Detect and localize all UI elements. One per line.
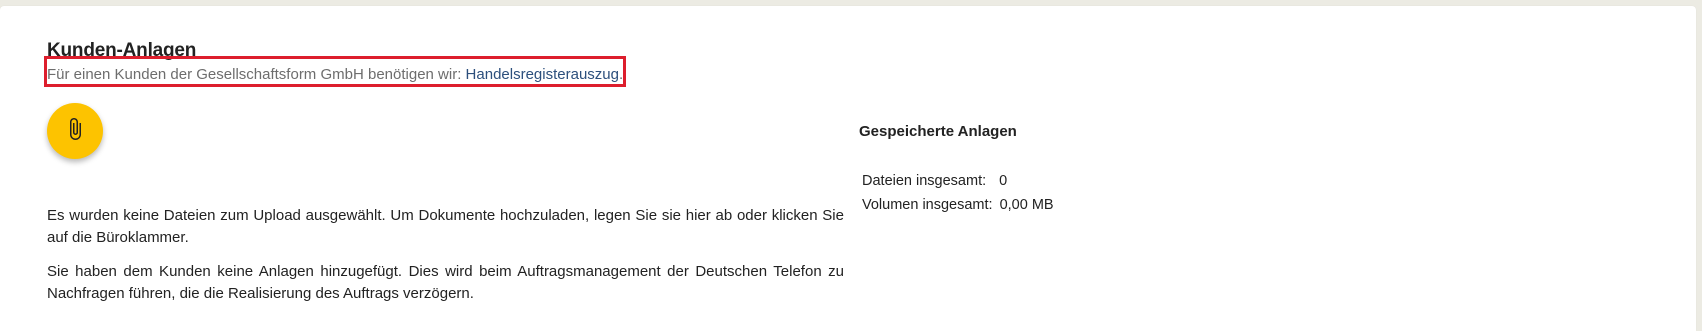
missing-attachments-warning: Sie haben dem Kunden keine Anlagen hinzu… — [47, 263, 844, 302]
requirement-suffix: . — [618, 66, 624, 83]
total-volume-value: 0,00 MB — [999, 197, 1054, 213]
total-files-value: 0 — [999, 173, 1008, 189]
total-files-row: Dateien insgesamt: 0 — [862, 169, 1054, 193]
attachments-card: Kunden-Anlagen Für einen Kunden der Gese… — [0, 6, 1696, 331]
upload-dropzone-hint[interactable]: Es wurden keine Dateien zum Upload ausge… — [47, 205, 844, 249]
requirement-text: Für einen Kunden der Gesellschaftsform G… — [47, 66, 623, 83]
required-document-link[interactable]: Handelsregisterauszug — [466, 66, 619, 83]
total-volume-row: Volumen insgesamt: 0,00 MB — [862, 193, 1054, 217]
paperclip-icon — [63, 117, 87, 146]
requirement-prefix: Für einen Kunden der Gesellschaftsform G… — [47, 66, 466, 83]
total-volume-label: Volumen insgesamt: — [862, 197, 993, 213]
stored-attachments-stats: Dateien insgesamt: 0 Volumen insgesamt: … — [862, 169, 1054, 217]
total-files-label: Dateien insgesamt: — [862, 173, 987, 189]
stored-attachments-heading: Gespeicherte Anlagen — [859, 123, 1017, 140]
attach-file-button[interactable] — [47, 103, 103, 159]
